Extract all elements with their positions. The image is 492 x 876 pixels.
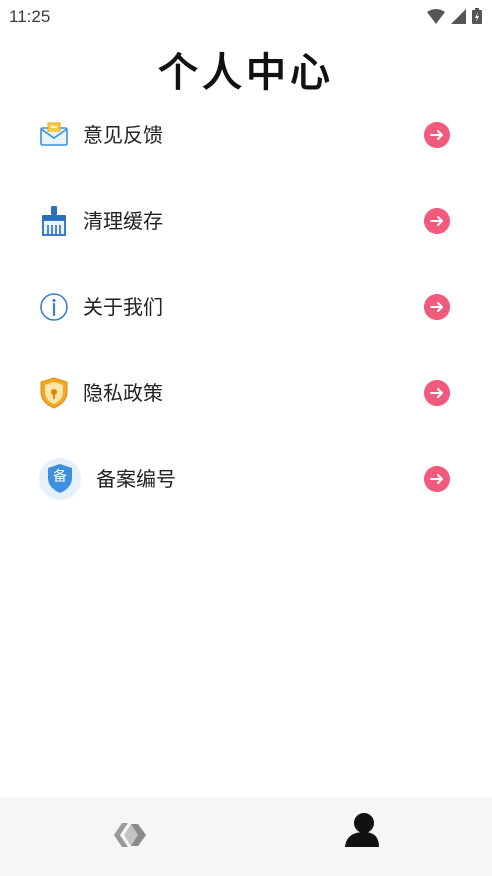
menu-item-record-number[interactable]: 备 备案编号 — [0, 449, 492, 509]
page-title: 个人中心 — [158, 50, 334, 96]
info-icon — [40, 293, 68, 321]
envelope-icon — [40, 122, 68, 146]
status-time: 11:25 — [9, 7, 51, 26]
wifi-icon — [427, 8, 445, 24]
tab-home[interactable] — [100, 805, 160, 865]
user-icon — [345, 811, 379, 847]
tab-profile[interactable] — [332, 805, 392, 865]
menu-item-clear-cache[interactable]: 清理缓存 — [0, 191, 492, 251]
menu-item-about-us[interactable]: 关于我们 — [0, 277, 492, 337]
arrow-right-icon[interactable] — [424, 208, 450, 234]
arrow-right-icon[interactable] — [424, 466, 450, 492]
menu-item-label: 关于我们 — [83, 295, 163, 319]
menu-item-label: 清理缓存 — [83, 209, 163, 233]
record-badge-text: 备 — [53, 469, 67, 485]
menu-item-feedback[interactable]: 意见反馈 — [0, 105, 492, 165]
arrow-right-icon[interactable] — [424, 122, 450, 148]
status-bar: 11:25 — [0, 0, 492, 34]
app-logo-icon — [114, 823, 146, 847]
menu-item-privacy-policy[interactable]: 隐私政策 — [0, 363, 492, 423]
arrow-right-icon[interactable] — [424, 294, 450, 320]
menu-item-label: 备案编号 — [96, 467, 176, 491]
menu-item-label: 隐私政策 — [83, 381, 163, 405]
shield-lock-icon — [40, 377, 68, 409]
broom-icon — [42, 206, 66, 236]
record-shield-icon: 备 — [38, 457, 82, 501]
arrow-right-icon[interactable] — [424, 380, 450, 406]
signal-icon — [451, 8, 466, 24]
menu-item-label: 意见反馈 — [83, 123, 163, 147]
bottom-nav — [0, 797, 492, 876]
status-icons — [427, 8, 482, 24]
battery-icon — [472, 8, 482, 24]
